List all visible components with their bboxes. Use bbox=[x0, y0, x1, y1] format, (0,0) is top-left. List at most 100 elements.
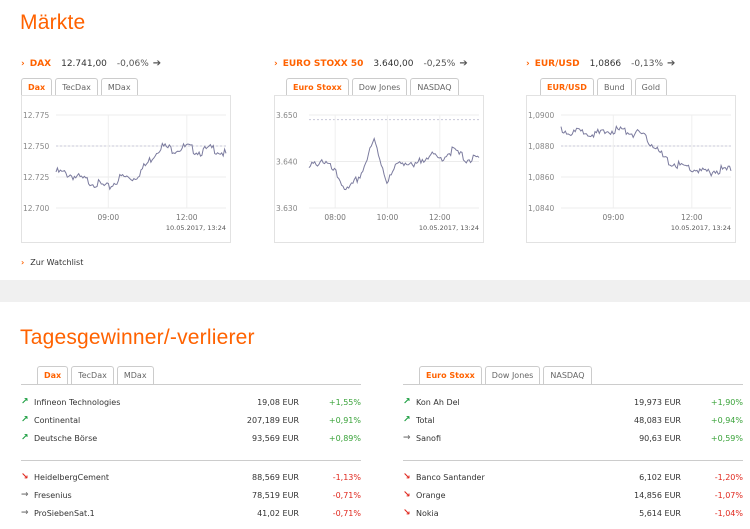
quote-line[interactable]: › EUR/USD 1,0866 -0,13% ➔ bbox=[526, 58, 675, 69]
table-row[interactable]: ↘ Banco Santander 6,102 EUR -1,20% bbox=[403, 469, 743, 485]
tab-euro-stoxx[interactable]: Euro Stoxx bbox=[286, 78, 349, 96]
arrow-right-icon: → bbox=[21, 490, 29, 500]
stock-change: -0,71% bbox=[332, 508, 361, 518]
stock-name[interactable]: Deutsche Börse bbox=[34, 434, 164, 443]
y-tick-label: 1,0900 bbox=[528, 111, 554, 120]
stock-change: +1,55% bbox=[328, 397, 361, 407]
price-line bbox=[55, 142, 227, 191]
arrow-right-icon: ➔ bbox=[667, 58, 676, 69]
tab-dax[interactable]: Dax bbox=[37, 366, 69, 385]
y-tick-label: 1,0860 bbox=[528, 173, 554, 182]
arrow-down-right-icon: ↘ bbox=[403, 508, 411, 518]
y-tick-label: 3.630 bbox=[276, 204, 298, 213]
stock-name[interactable]: Fresenius bbox=[34, 491, 164, 500]
y-tick-label: 3.650 bbox=[276, 111, 298, 120]
tab-nasdaq[interactable]: NASDAQ bbox=[410, 78, 459, 96]
table-row[interactable]: → Fresenius 78,519 EUR -0,71% bbox=[21, 487, 361, 503]
quote-value: 12.741,00 bbox=[61, 58, 107, 69]
stock-name[interactable]: HeidelbergCement bbox=[34, 473, 164, 482]
table-separator bbox=[403, 460, 743, 461]
chart-frame bbox=[21, 95, 231, 243]
tab-eur-usd[interactable]: EUR/USD bbox=[540, 78, 594, 96]
section-divider bbox=[0, 280, 750, 302]
chevron-right-icon: › bbox=[274, 58, 278, 69]
stock-name[interactable]: Continental bbox=[34, 416, 164, 425]
stock-name[interactable]: Sanofi bbox=[416, 434, 546, 443]
stock-price: 207,189 EUR bbox=[246, 415, 299, 425]
table-row[interactable]: → Sanofi 90,63 EUR +0,59% bbox=[403, 430, 743, 446]
table-row[interactable]: ↘ HeidelbergCement 88,569 EUR -1,13% bbox=[21, 469, 361, 485]
stock-price: 5,614 EUR bbox=[639, 508, 681, 518]
tab-tecdax[interactable]: TecDax bbox=[71, 366, 114, 385]
table-separator bbox=[21, 460, 361, 461]
stock-change: -1,13% bbox=[332, 472, 361, 482]
table-row[interactable]: ↘ Orange 14,856 EUR -1,07% bbox=[403, 487, 743, 503]
quote-value: 1,0866 bbox=[589, 58, 622, 69]
table-row[interactable]: ↗ Deutsche Börse 93,569 EUR +0,89% bbox=[21, 430, 361, 446]
stock-price: 41,02 EUR bbox=[257, 508, 299, 518]
x-tick-label: 12:00 bbox=[429, 213, 451, 222]
stock-name[interactable]: ProSiebenSat.1 bbox=[34, 509, 164, 518]
arrow-up-right-icon: ↗ bbox=[403, 415, 411, 425]
quote-name[interactable]: DAX bbox=[30, 59, 51, 69]
stock-name[interactable]: Nokia bbox=[416, 509, 546, 518]
table-row[interactable]: ↗ Continental 207,189 EUR +0,91% bbox=[21, 412, 361, 428]
index-tabs: Dax TecDax MDax bbox=[21, 78, 141, 96]
stock-price: 14,856 EUR bbox=[633, 490, 681, 500]
quote-line[interactable]: › DAX 12.741,00 -0,06% ➔ bbox=[21, 58, 161, 69]
tab-mdax[interactable]: MDax bbox=[100, 78, 138, 96]
arrow-up-right-icon: ↗ bbox=[21, 415, 29, 425]
y-tick-label: 1,0840 bbox=[528, 204, 554, 213]
chevron-right-icon: › bbox=[21, 58, 25, 69]
tab-tecdax[interactable]: TecDax bbox=[55, 78, 98, 96]
quote-line[interactable]: › EURO STOXX 50 3.640,00 -0,25% ➔ bbox=[274, 58, 468, 69]
table-row[interactable]: → ProSiebenSat.1 41,02 EUR -0,71% bbox=[21, 505, 361, 521]
stock-price: 78,519 EUR bbox=[251, 490, 299, 500]
watchlist-label[interactable]: Zur Watchlist bbox=[30, 258, 83, 267]
stock-name[interactable]: Banco Santander bbox=[416, 473, 546, 482]
arrow-right-icon: ➔ bbox=[152, 58, 162, 69]
y-tick-label: 12.750 bbox=[23, 142, 49, 151]
watchlist-link[interactable]: › Zur Watchlist bbox=[21, 258, 83, 267]
tab-dow-jones[interactable]: Dow Jones bbox=[351, 78, 408, 96]
tab-nasdaq[interactable]: NASDAQ bbox=[543, 366, 592, 385]
table-row[interactable]: ↘ Nokia 5,614 EUR -1,04% bbox=[403, 505, 743, 521]
chart-timestamp: 10.05.2017, 13:24 bbox=[671, 224, 731, 232]
line-chart: 3.650 3.640 3.630 08:00 10:00 12:00 10.05.2017… bbox=[274, 95, 484, 243]
arrow-right-icon: → bbox=[21, 508, 29, 518]
arrow-down-right-icon: ↘ bbox=[403, 490, 411, 500]
y-tick-label: 3.640 bbox=[276, 158, 298, 167]
x-tick-label: 10:00 bbox=[377, 213, 399, 222]
stock-price: 90,63 EUR bbox=[639, 433, 681, 443]
stock-name[interactable]: Total bbox=[416, 416, 546, 425]
stock-change: +0,91% bbox=[328, 415, 361, 425]
y-tick-label: 12.700 bbox=[23, 204, 49, 213]
table-row[interactable]: ↗ Kon Ah Del 19,973 EUR +1,90% bbox=[403, 394, 743, 410]
quote-name[interactable]: EURO STOXX 50 bbox=[283, 59, 364, 69]
table-row[interactable]: ↗ Total 48,083 EUR +0,94% bbox=[403, 412, 743, 428]
table-border bbox=[21, 384, 361, 385]
x-tick-label: 12:00 bbox=[176, 213, 198, 222]
stock-price: 19,08 EUR bbox=[257, 397, 299, 407]
stock-change: +1,90% bbox=[710, 397, 743, 407]
stock-change: -1,07% bbox=[714, 490, 743, 500]
tab-mdax[interactable]: MDax bbox=[116, 366, 154, 385]
stock-change: +0,94% bbox=[710, 415, 743, 425]
tab-gold[interactable]: Gold bbox=[634, 78, 668, 96]
tab-euro-stoxx[interactable]: Euro Stoxx bbox=[419, 366, 482, 385]
arrow-right-icon: → bbox=[403, 433, 411, 443]
stock-name[interactable]: Infineon Technologies bbox=[34, 398, 164, 407]
stock-name[interactable]: Kon Ah Del bbox=[416, 398, 546, 407]
tab-dow-jones[interactable]: Dow Jones bbox=[484, 366, 541, 385]
tab-bund[interactable]: Bund bbox=[596, 78, 632, 96]
y-tick-label: 1,0880 bbox=[528, 142, 554, 151]
quote-value: 3.640,00 bbox=[373, 58, 414, 69]
stock-change: +0,89% bbox=[328, 433, 361, 443]
x-tick-label: 09:00 bbox=[602, 213, 624, 222]
stock-price: 6,102 EUR bbox=[639, 472, 681, 482]
table-row[interactable]: ↗ Infineon Technologies 19,08 EUR +1,55% bbox=[21, 394, 361, 410]
tab-dax[interactable]: Dax bbox=[21, 78, 53, 96]
quote-name[interactable]: EUR/USD bbox=[535, 59, 580, 69]
stock-name[interactable]: Orange bbox=[416, 491, 546, 500]
stock-price: 88,569 EUR bbox=[251, 472, 299, 482]
